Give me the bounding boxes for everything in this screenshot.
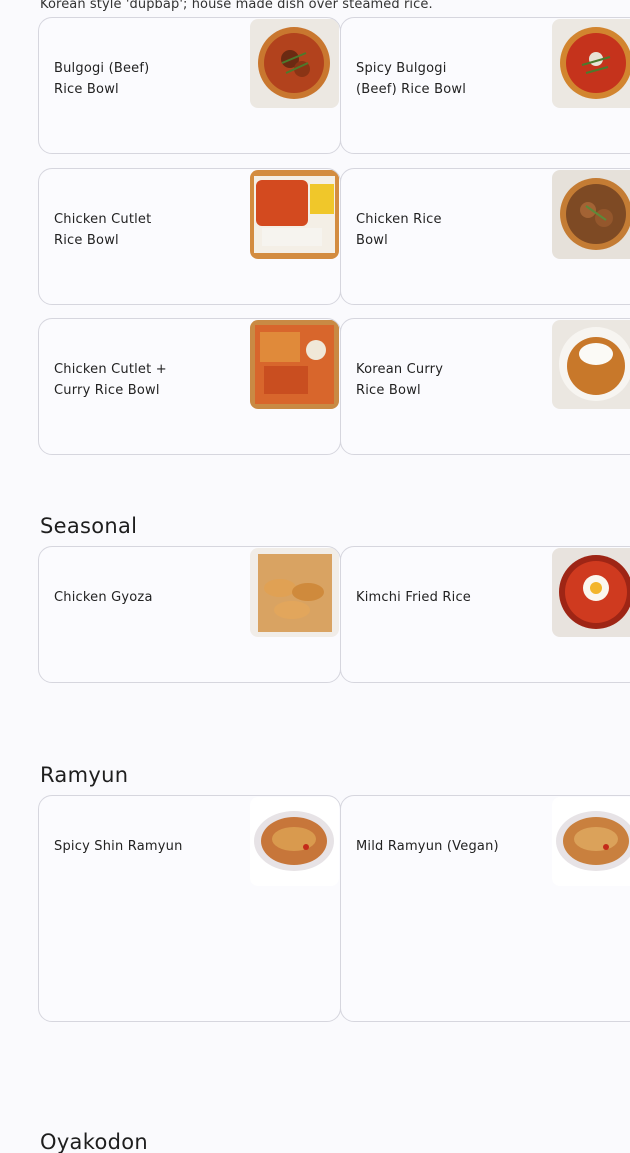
menu-item-chicken-gyoza[interactable]: Chicken Gyoza <box>38 546 341 683</box>
menu-item-name: Kimchi Fried Rice <box>356 590 471 605</box>
menu-item-bulgogi-rice-bowl[interactable]: Bulgogi (Beef) Rice Bowl <box>38 17 341 154</box>
menu-item-chicken-cutlet-curry-rice-bowl[interactable]: Chicken Cutlet + Curry Rice Bowl <box>38 318 341 455</box>
kimchi-fried-rice-image <box>552 548 630 637</box>
menu-item-name: Chicken Cutlet + Curry Rice Bowl <box>54 362 167 398</box>
menu-item-name: Spicy Shin Ramyun <box>54 839 183 854</box>
menu-item-kimchi-fried-rice[interactable]: Kimchi Fried Rice <box>340 546 630 683</box>
menu-item-spicy-bulgogi-rice-bowl[interactable]: Spicy Bulgogi (Beef) Rice Bowl <box>340 17 630 154</box>
section-description: Korean style 'dupbap'; house made dish o… <box>40 0 433 12</box>
chicken-cutlet-bowl-image <box>250 170 339 259</box>
menu-item-name: Bulgogi (Beef) Rice Bowl <box>54 61 150 97</box>
chicken-rice-bowl-image <box>552 170 630 259</box>
section-title-ramyun: Ramyun <box>40 763 129 787</box>
menu-item-name: Mild Ramyun (Vegan) <box>356 839 499 854</box>
menu-item-chicken-cutlet-rice-bowl[interactable]: Chicken Cutlet Rice Bowl <box>38 168 341 305</box>
menu-item-korean-curry-rice-bowl[interactable]: Korean Curry Rice Bowl <box>340 318 630 455</box>
korean-curry-bowl-image <box>552 320 630 409</box>
menu-item-spicy-shin-ramyun[interactable]: Spicy Shin Ramyun <box>38 795 341 1022</box>
menu-item-name: Spicy Bulgogi (Beef) Rice Bowl <box>356 61 467 97</box>
gyoza-image <box>250 548 339 637</box>
menu-item-name: Chicken Gyoza <box>54 590 153 605</box>
shin-ramyun-image <box>250 797 339 886</box>
section-title-seasonal: Seasonal <box>40 514 138 538</box>
bulgogi-bowl-image <box>250 19 339 108</box>
menu-item-name: Chicken Rice Bowl <box>356 212 442 248</box>
menu-item-name: Chicken Cutlet Rice Bowl <box>54 212 152 248</box>
section-title-oyakodon: Oyakodon <box>40 1130 148 1153</box>
menu-item-name: Korean Curry Rice Bowl <box>356 362 444 398</box>
mild-ramyun-image <box>552 797 630 886</box>
menu-item-chicken-rice-bowl[interactable]: Chicken Rice Bowl <box>340 168 630 305</box>
cutlet-curry-bowl-image <box>250 320 339 409</box>
menu-item-mild-ramyun-vegan[interactable]: Mild Ramyun (Vegan) <box>340 795 630 1022</box>
spicy-bulgogi-bowl-image <box>552 19 630 108</box>
